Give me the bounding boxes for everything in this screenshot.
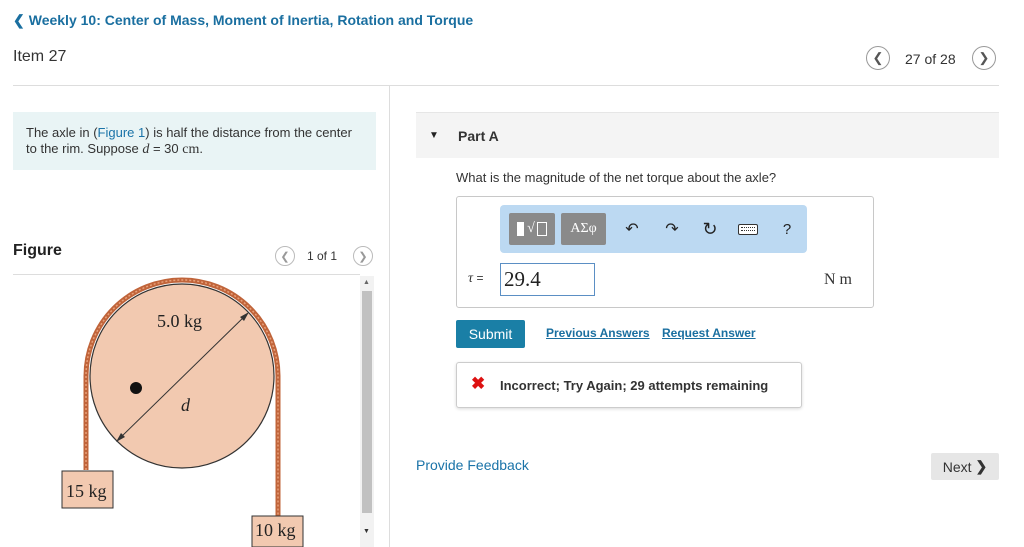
problem-text: The axle in ( [26, 125, 98, 140]
keyboard-keys [741, 227, 755, 231]
back-link[interactable]: ❮ Weekly 10: Center of Mass, Moment of In… [13, 12, 473, 29]
chevron-right-icon: ❯ [978, 50, 990, 65]
help-icon[interactable]: ? [778, 219, 796, 239]
unit-cm: cm [182, 142, 200, 157]
error-x-icon: ✖ [471, 374, 486, 393]
tau-symbol: τ [468, 271, 474, 286]
problem-text: . [199, 141, 203, 156]
chevron-left-icon: ❮ [872, 50, 884, 65]
redo-icon[interactable]: ↷ [662, 219, 682, 239]
undo-icon[interactable]: ↶ [622, 219, 642, 239]
scroll-up-icon[interactable]: ▲ [363, 279, 370, 286]
right-block-label: 10 kg [255, 520, 296, 540]
wheel-mass-label: 5.0 kg [157, 311, 202, 331]
sqrt-icon: √ [527, 221, 535, 236]
diameter-label: d [181, 395, 190, 415]
next-button[interactable]: Next ❯ [931, 453, 999, 480]
part-header[interactable] [416, 112, 999, 158]
question-text: What is the magnitude of the net torque … [456, 170, 777, 185]
answer-input[interactable]: 29.4 [500, 263, 595, 296]
symbols-label: ΑΣφ [570, 221, 597, 236]
reset-icon[interactable]: ↻ [700, 219, 720, 239]
chevron-left-icon: ❮ [280, 250, 290, 263]
chevron-left-icon: ❮ [13, 12, 25, 28]
part-top-border [416, 112, 999, 113]
request-answer-link[interactable]: Request Answer [662, 326, 756, 340]
chevron-right-icon: ❯ [358, 250, 368, 263]
unit-label: N m [824, 271, 852, 288]
figure-link[interactable]: Figure 1 [98, 125, 146, 140]
page-title: Item 27 [13, 48, 67, 65]
template-box-icon [536, 222, 547, 236]
templates-button[interactable]: √ [509, 213, 555, 245]
provide-feedback-link[interactable]: Provide Feedback [416, 457, 529, 473]
part-label: Part A [458, 128, 499, 144]
keyboard-icon[interactable] [738, 224, 758, 235]
panel-divider [389, 86, 390, 547]
back-link-label: Weekly 10: Center of Mass, Moment of Ine… [28, 12, 474, 28]
equals-sign: = [476, 271, 484, 285]
next-item-button[interactable]: ❯ [972, 46, 996, 70]
figure-heading: Figure [13, 242, 62, 259]
figure-next-button[interactable]: ❯ [353, 246, 373, 266]
left-block-label: 15 kg [66, 481, 107, 501]
item-counter: 27 of 28 [905, 51, 956, 67]
previous-item-button[interactable]: ❮ [866, 46, 890, 70]
submit-button[interactable]: Submit [456, 320, 525, 348]
figure-counter: 1 of 1 [307, 249, 338, 263]
tau-label: τ = [468, 271, 484, 287]
template-box-icon [517, 222, 525, 236]
scrollbar-thumb[interactable] [362, 291, 372, 513]
scroll-down-icon[interactable]: ▼ [363, 528, 370, 535]
figure-prev-button[interactable]: ❮ [275, 246, 295, 266]
figure-divider [13, 274, 360, 275]
chevron-right-icon: ❯ [975, 458, 988, 474]
next-label: Next [942, 458, 972, 475]
problem-statement: The axle in (Figure 1) is half the dista… [13, 112, 376, 170]
feedback-text: Incorrect; Try Again; 29 attempts remain… [500, 378, 769, 393]
collapse-triangle-icon[interactable]: ▼ [429, 130, 439, 141]
symbols-button[interactable]: ΑΣφ [561, 213, 606, 245]
axle-dot [130, 382, 142, 394]
problem-text: = 30 [149, 141, 183, 156]
previous-answers-link[interactable]: Previous Answers [546, 326, 650, 340]
header-divider [13, 85, 999, 86]
